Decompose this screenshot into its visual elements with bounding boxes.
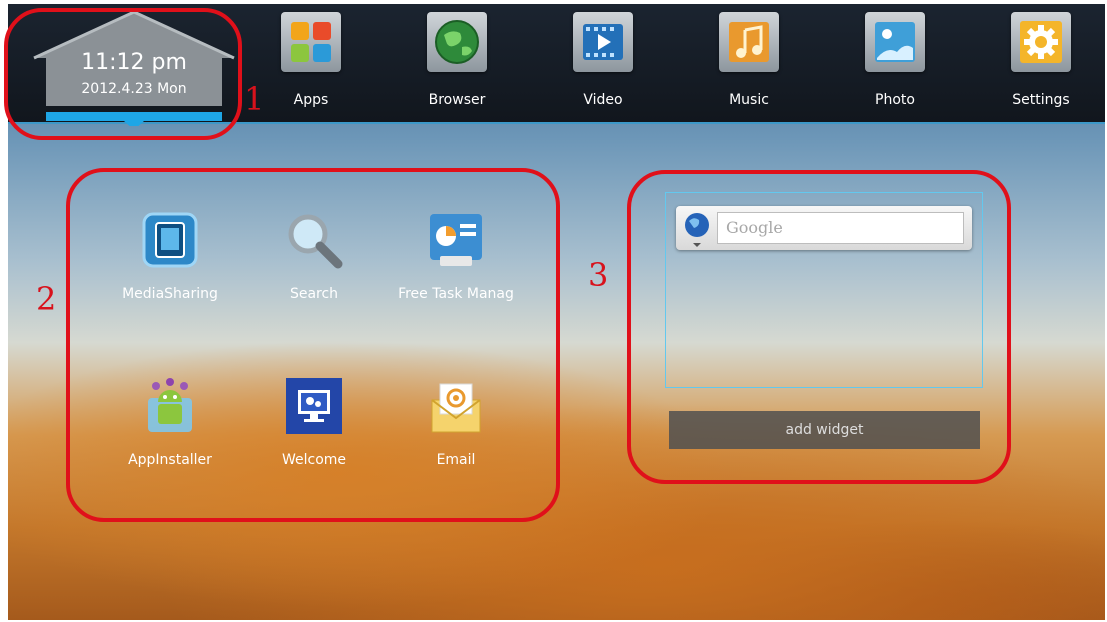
dock-item-music[interactable]: Music: [689, 12, 809, 112]
callout-number-2: 2: [36, 280, 57, 318]
callout-number-1: 1: [244, 80, 265, 118]
dock-item-photo[interactable]: Photo: [835, 12, 955, 112]
dock-label-video: Video: [583, 92, 623, 108]
dock-label-apps: Apps: [293, 92, 329, 108]
dock-label-browser: Browser: [428, 92, 486, 108]
dock-label-music: Music: [729, 92, 769, 108]
callout-frame-3: [627, 170, 1011, 484]
music-icon: [719, 12, 779, 72]
dock-item-video[interactable]: Video: [543, 12, 663, 112]
callout-number-3: 3: [588, 256, 609, 294]
dock-item-settings[interactable]: Settings: [981, 12, 1101, 112]
photo-icon: [865, 12, 925, 72]
browser-globe-icon: [427, 12, 487, 72]
dock-label-photo: Photo: [875, 92, 915, 108]
dock-item-browser[interactable]: Browser: [397, 12, 517, 112]
dock-item-apps[interactable]: Apps: [251, 12, 371, 112]
apps-icon: [281, 12, 341, 72]
callout-frame-2: [66, 168, 560, 522]
dock-label-settings: Settings: [1012, 92, 1070, 108]
callout-frame-1: [4, 8, 242, 140]
video-icon: [573, 12, 633, 72]
settings-gear-icon: [1011, 12, 1071, 72]
